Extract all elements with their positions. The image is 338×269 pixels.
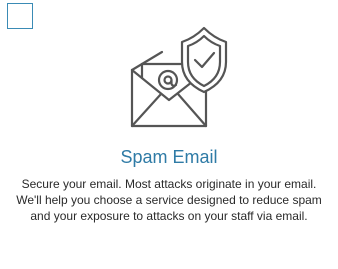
card-title: Spam Email (120, 147, 218, 167)
card-description: Secure your email. Most attacks originat… (16, 177, 322, 223)
service-card-spam-email[interactable]: Spam Email Secure your email. Most attac… (0, 0, 338, 269)
spam-email-shield-icon (130, 26, 228, 128)
select-checkbox[interactable] (7, 3, 33, 29)
